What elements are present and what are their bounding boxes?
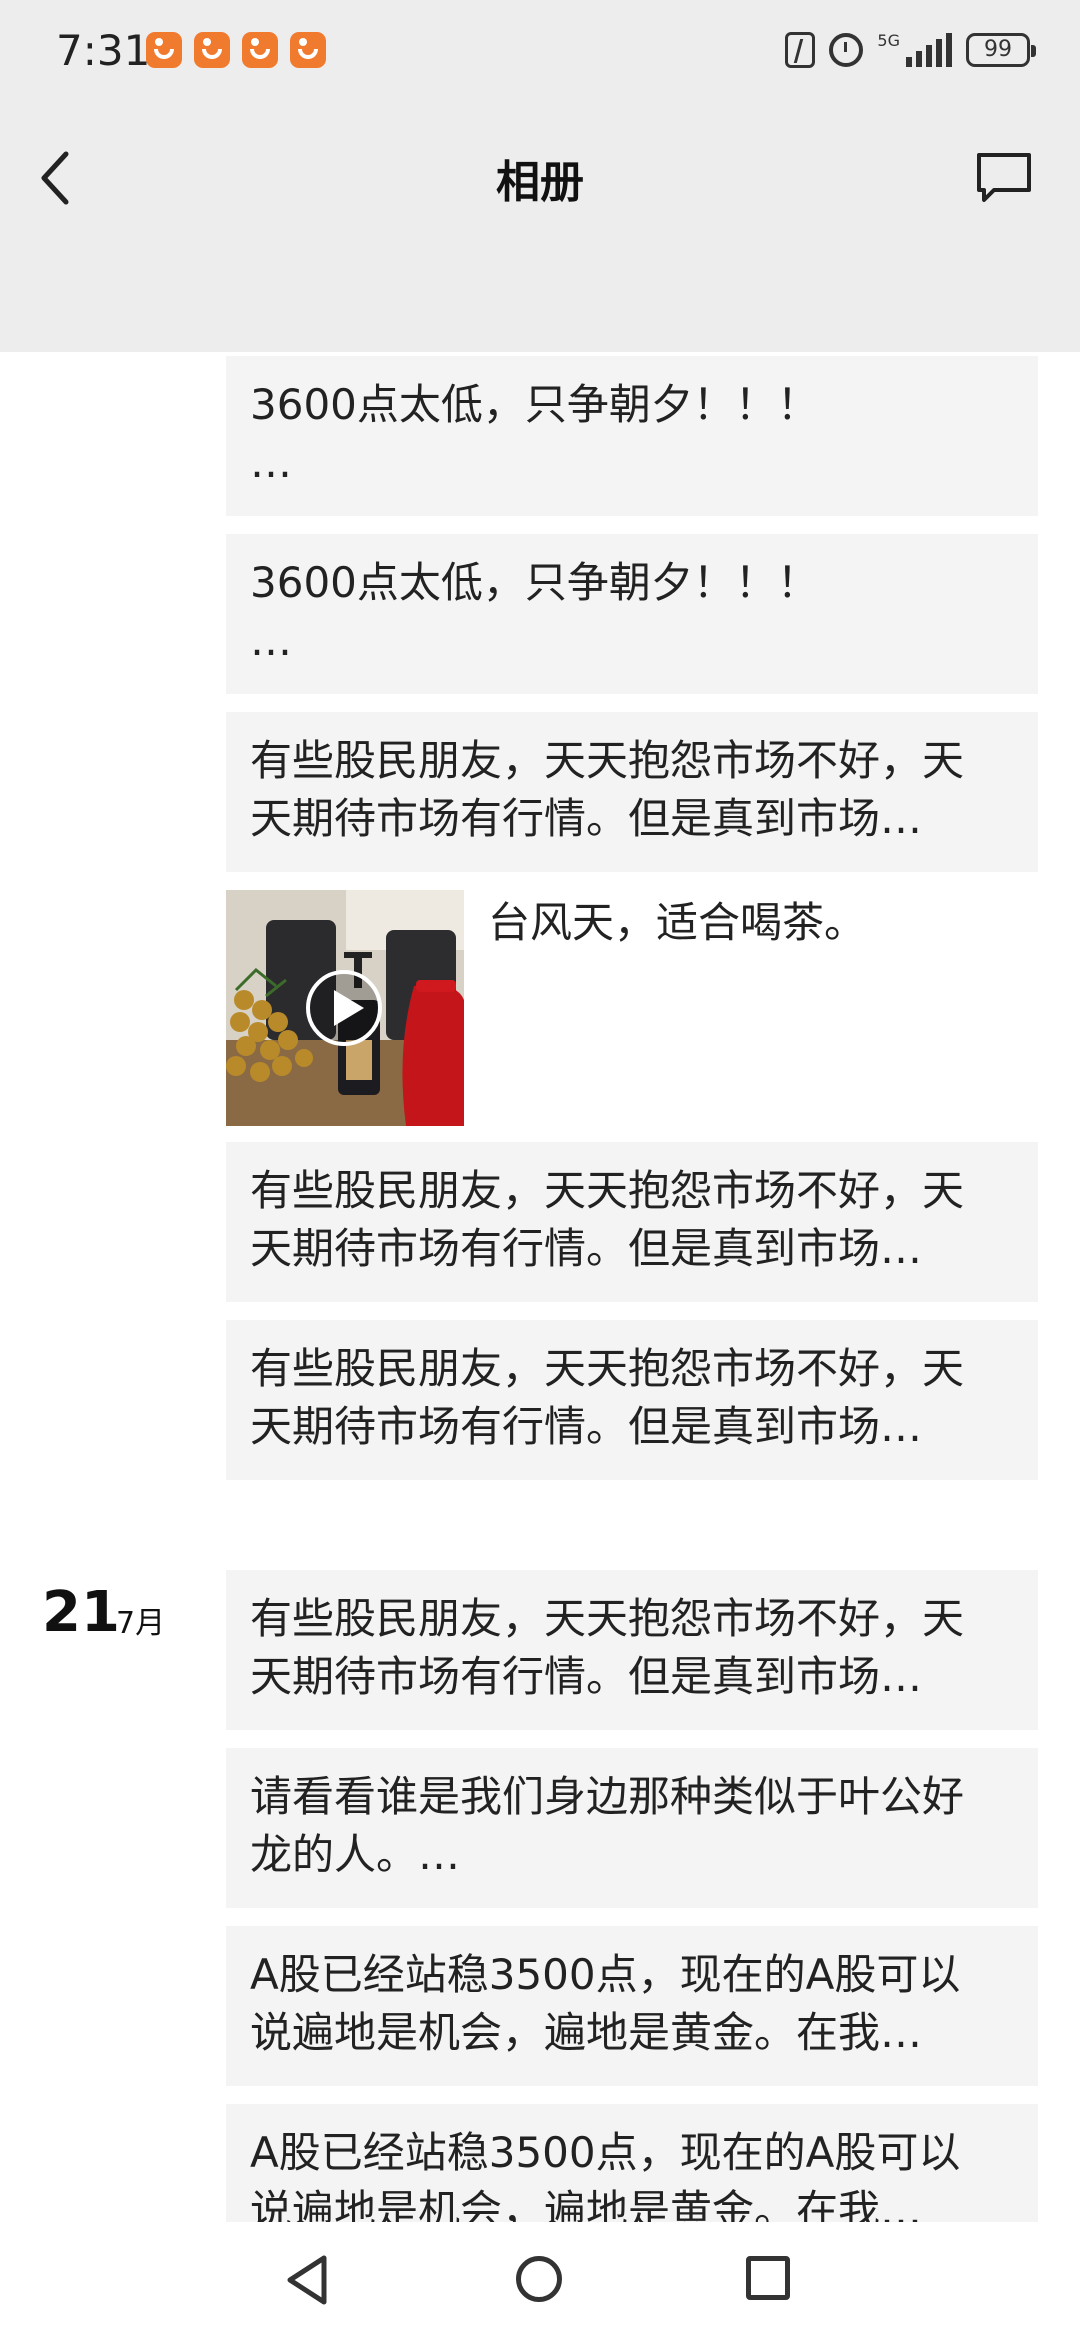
post-text: 3600点太低，只争朝夕！！！ … xyxy=(250,558,819,665)
date-day: 21 xyxy=(42,1580,120,1645)
notification-icons xyxy=(146,32,326,68)
video-thumbnail-image xyxy=(226,890,464,1126)
post-card[interactable]: 有些股民朋友，天天抱怨市场不好，天 天期待市场有行情。但是真到市场… xyxy=(226,712,1038,872)
comments-button[interactable] xyxy=(974,150,1034,206)
system-icons: 5G 99 xyxy=(785,32,1036,68)
post-card[interactable]: 有些股民朋友，天天抱怨市场不好，天 天期待市场有行情。但是真到市场… xyxy=(226,1320,1038,1480)
app-notification-icon xyxy=(242,32,278,68)
app-notification-icon xyxy=(290,32,326,68)
post-card[interactable]: A股已经站稳3500点，现在的A股可以 说遍地是机会，遍地是黄金。在我… xyxy=(226,2104,1038,2222)
post-card[interactable]: 3600点太低，只争朝夕！！！ … xyxy=(226,534,1038,694)
clock: 7:31 xyxy=(56,26,151,75)
video-post[interactable]: 台风天，适合喝茶。 xyxy=(226,890,1038,1126)
post-card[interactable]: A股已经站稳3500点，现在的A股可以 说遍地是机会，遍地是黄金。在我… xyxy=(226,1926,1038,2086)
post-card[interactable]: 3600点太低，只争朝夕！！！ … xyxy=(226,356,1038,516)
post-text: 有些股民朋友，天天抱怨市场不好，天 天期待市场有行情。但是真到市场… xyxy=(250,1166,965,1273)
system-nav-bar xyxy=(0,2222,1080,2340)
nfc-icon xyxy=(785,32,816,68)
video-thumbnail[interactable] xyxy=(226,890,464,1126)
post-text: 3600点太低，只争朝夕！！！ … xyxy=(250,380,819,487)
page-title: 相册 xyxy=(496,157,584,208)
network-type: 5G xyxy=(877,31,900,50)
nav-home-button[interactable] xyxy=(516,2256,562,2302)
app-notification-icon xyxy=(194,32,230,68)
post-text: 有些股民朋友，天天抱怨市场不好，天 天期待市场有行情。但是真到市场… xyxy=(250,1594,965,1701)
post-card[interactable]: 有些股民朋友，天天抱怨市场不好，天 天期待市场有行情。但是真到市场… xyxy=(226,1142,1038,1302)
battery-icon: 99 xyxy=(966,33,1036,67)
post-card[interactable]: 有些股民朋友，天天抱怨市场不好，天 天期待市场有行情。但是真到市场… xyxy=(226,1570,1038,1730)
video-caption: 台风天，适合喝茶。 xyxy=(488,898,867,947)
comment-icon xyxy=(977,153,1031,202)
status-bar: 7:31 5G 99 xyxy=(0,0,1080,110)
date-month: 7月 xyxy=(116,1606,166,1641)
post-text: A股已经站稳3500点，现在的A股可以 说遍地是机会，遍地是黄金。在我… xyxy=(250,2128,961,2222)
post-text: 请看看谁是我们身边那种类似于叶公好 龙的人。… xyxy=(250,1772,965,1879)
post-text: A股已经站稳3500点，现在的A股可以 说遍地是机会，遍地是黄金。在我… xyxy=(250,1950,961,2057)
post-text: 有些股民朋友，天天抱怨市场不好，天 天期待市场有行情。但是真到市场… xyxy=(250,736,965,843)
app-notification-icon xyxy=(146,32,182,68)
signal-icon: 5G xyxy=(877,33,952,67)
album-feed[interactable]: 3600点太低，只争朝夕！！！ … 3600点太低，只争朝夕！！！ … 有些股民… xyxy=(0,352,1080,2222)
alarm-icon xyxy=(829,33,864,67)
post-card[interactable]: 请看看谁是我们身边那种类似于叶公好 龙的人。… xyxy=(226,1748,1038,1908)
app-header: 相册 xyxy=(0,110,1080,352)
post-text: 有些股民朋友，天天抱怨市场不好，天 天期待市场有行情。但是真到市场… xyxy=(250,1344,965,1451)
nav-back-button[interactable] xyxy=(282,2252,332,2308)
nav-recents-button[interactable] xyxy=(746,2256,790,2300)
triangle-back-icon xyxy=(287,2255,327,2305)
